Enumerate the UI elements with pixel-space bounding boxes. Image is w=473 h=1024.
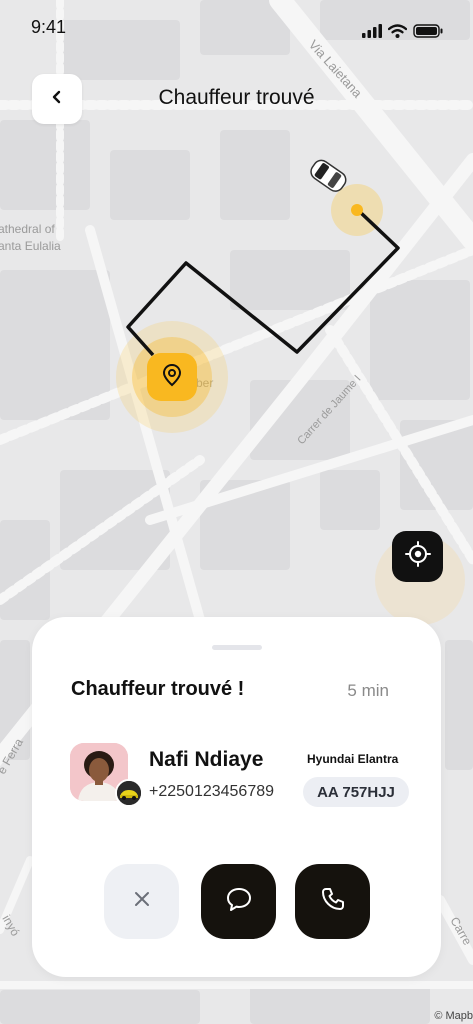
- cancel-button[interactable]: [104, 864, 179, 939]
- crosshair-icon: [404, 541, 431, 572]
- chat-bubble-icon: [225, 885, 253, 918]
- driver-name: Nafi Ndiaye: [149, 748, 264, 771]
- locate-me-button[interactable]: [392, 531, 443, 582]
- vehicle-marker: [302, 155, 352, 197]
- call-button[interactable]: [295, 864, 370, 939]
- wifi-icon: [387, 24, 408, 43]
- car-icon: [302, 159, 352, 201]
- place-label: anta Eulalia: [0, 239, 61, 253]
- chat-button[interactable]: [201, 864, 276, 939]
- battery-icon: [413, 24, 443, 43]
- sheet-handle[interactable]: [212, 645, 262, 650]
- signal-icon: [362, 24, 382, 43]
- page-title: Chauffeur trouvé: [158, 86, 315, 109]
- phone-icon: [320, 886, 346, 917]
- eta-label: 5 min: [347, 681, 389, 700]
- pickup-marker[interactable]: [147, 353, 197, 401]
- driver-phone[interactable]: +2250123456789: [149, 783, 274, 801]
- sheet-title: Chauffeur trouvé !: [71, 678, 245, 700]
- car-thumbnail: [115, 779, 143, 807]
- car-model: Hyundai Elantra: [307, 752, 399, 766]
- license-plate: AA 757HJJ: [303, 777, 409, 807]
- map-attribution[interactable]: © Mapb: [434, 1010, 473, 1022]
- place-label: athedral of: [0, 222, 55, 236]
- driver-found-sheet: Chauffeur trouvé ! 5 min Nafi Ndiaye +22…: [32, 617, 441, 977]
- location-pin-icon: [161, 363, 183, 392]
- status-bar: 9:41: [0, 0, 473, 50]
- status-time: 9:41: [31, 17, 67, 37]
- close-icon: [133, 890, 151, 913]
